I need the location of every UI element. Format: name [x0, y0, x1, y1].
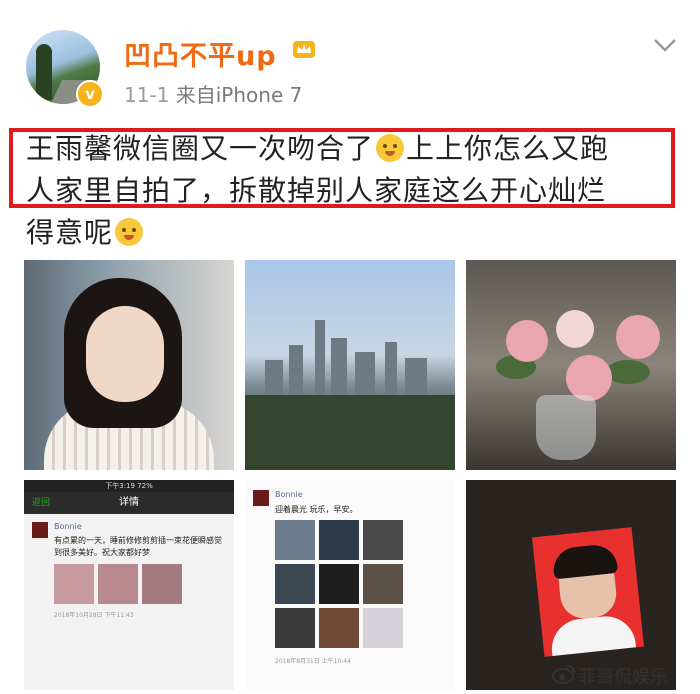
thumb	[319, 608, 359, 648]
face-shape	[86, 306, 164, 402]
flower	[506, 320, 548, 362]
image-wechat-moment-1[interactable]: 下午3:19 72% 返回 详情 Bonnie 有点累的一天，睡前修修剪剪插一束…	[24, 480, 234, 690]
thumb	[363, 608, 403, 648]
flower	[556, 310, 594, 348]
building	[385, 342, 397, 400]
mini-name: Bonnie	[275, 490, 303, 499]
back-label: 返回	[32, 498, 51, 508]
crown-icon	[293, 41, 315, 58]
mini-avatar	[32, 522, 48, 538]
leaf	[606, 360, 650, 384]
post-time: 11-1	[124, 83, 170, 107]
post-meta: 11-1 来自iPhone 7	[124, 79, 302, 108]
thumb	[142, 564, 182, 604]
image-flowers[interactable]	[466, 260, 676, 470]
mini-date: 2018年8月31日 上午10:44	[275, 658, 351, 665]
chevron-down-icon[interactable]	[652, 36, 678, 54]
image-id-photo[interactable]	[466, 480, 676, 690]
building	[331, 338, 347, 400]
building	[355, 352, 375, 400]
thumb	[98, 564, 138, 604]
flower	[616, 315, 660, 359]
building	[289, 345, 303, 400]
image-selfie[interactable]	[24, 260, 234, 470]
weibo-post: v 凹凸不平up 11-1 来自iPhone 7 王雨馨微信圈又一次吻合了 上上你…	[0, 0, 700, 694]
image-wechat-moment-2[interactable]: Bonnie 迎着晨光 玩乐，早安。 2018年8月31日 上午10:44	[245, 480, 455, 690]
thumb	[363, 564, 403, 604]
image-skyline[interactable]	[245, 260, 455, 470]
nav-title: 详情	[119, 497, 139, 508]
username[interactable]: 凹凸不平up	[124, 34, 277, 73]
greenery	[245, 395, 455, 470]
post-source[interactable]: 来自iPhone 7	[176, 83, 303, 107]
mini-text: 迎着晨光 玩乐，早安。	[275, 505, 358, 514]
vase	[536, 395, 596, 460]
shirt-shape	[548, 613, 637, 657]
building	[315, 320, 325, 400]
weibo-icon	[552, 665, 575, 684]
building	[405, 358, 427, 400]
emoji-icon	[115, 218, 144, 246]
thumb	[275, 520, 315, 560]
thumb	[363, 520, 403, 560]
mini-avatar	[253, 490, 269, 506]
thumb	[319, 520, 359, 560]
mini-date: 2018年10月28日 下午11:43	[54, 612, 134, 619]
red-photo-card	[532, 527, 644, 657]
thumb	[275, 608, 315, 648]
thumb	[319, 564, 359, 604]
verified-badge-icon: v	[76, 80, 104, 108]
content-line-3: 得意呢	[26, 212, 676, 254]
thumb	[275, 564, 315, 604]
mini-name: Bonnie	[54, 522, 82, 531]
thumb	[54, 564, 94, 604]
building	[265, 360, 283, 400]
mini-text: 有点累的一天，睡前修修剪剪插一束花便瞬感觉到很多美好。祝大家都好梦	[54, 536, 222, 557]
avatar-tree	[36, 44, 52, 100]
status-bar: 下午3:19 72%	[24, 480, 234, 492]
highlight-box	[9, 128, 675, 208]
nav-bar: 返回 详情	[24, 492, 234, 514]
watermark: 菲哥侃娱乐	[578, 667, 668, 688]
